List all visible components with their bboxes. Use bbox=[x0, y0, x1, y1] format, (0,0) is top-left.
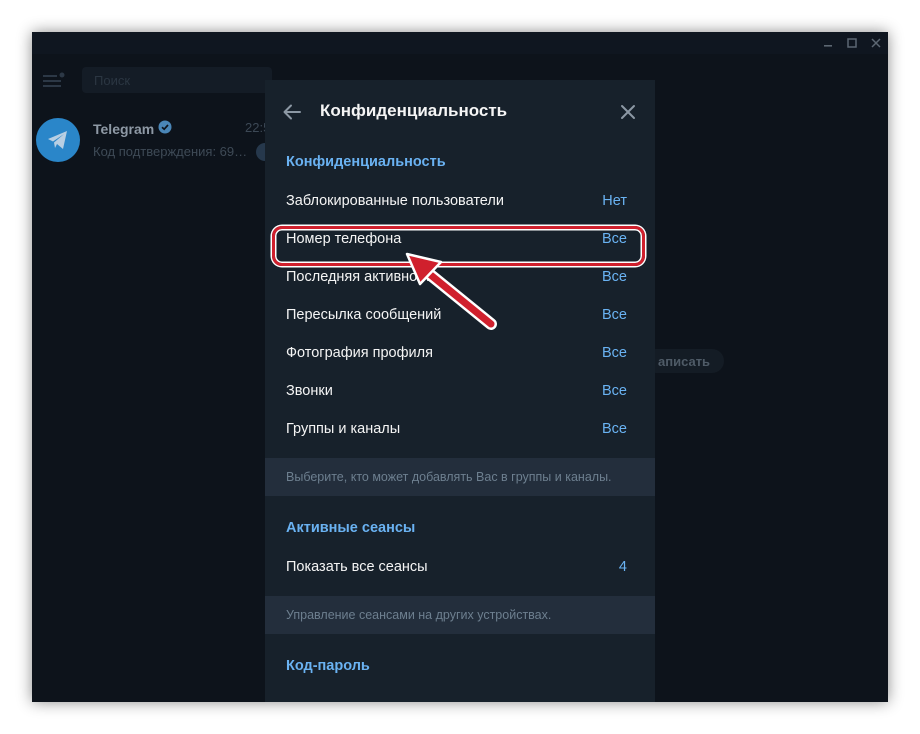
row-value: Все bbox=[602, 231, 627, 247]
row-last-seen[interactable]: Последняя активность Все bbox=[265, 258, 655, 296]
search-box[interactable] bbox=[82, 67, 272, 93]
section-title-sessions: Активные сеансы bbox=[286, 520, 416, 536]
section-note: Выберите, кто может добавлять Вас в груп… bbox=[265, 458, 655, 496]
row-calls[interactable]: Звонки Все bbox=[265, 372, 655, 410]
row-label: Заблокированные пользователи bbox=[286, 193, 504, 209]
close-icon[interactable] bbox=[615, 99, 641, 125]
hamburger-menu-icon[interactable] bbox=[42, 71, 66, 91]
row-label: Показать все сеансы bbox=[286, 559, 428, 575]
chat-list-item[interactable]: Telegram 22:5 Код подтверждения: 69… bbox=[32, 108, 288, 168]
chat-preview: Код подтверждения: 69… bbox=[93, 144, 248, 159]
telegram-logo-icon bbox=[36, 118, 80, 162]
row-forwarded-messages[interactable]: Пересылка сообщений Все bbox=[265, 296, 655, 334]
row-value: Все bbox=[602, 307, 627, 323]
row-show-sessions[interactable]: Показать все сеансы 4 bbox=[265, 548, 655, 586]
row-groups-channels[interactable]: Группы и каналы Все bbox=[265, 410, 655, 448]
maximize-icon[interactable] bbox=[840, 34, 864, 52]
section-title-passcode: Код-пароль bbox=[286, 658, 370, 674]
row-value: 4 bbox=[618, 559, 627, 575]
row-blocked-users[interactable]: Заблокированные пользователи Нет bbox=[265, 182, 655, 220]
row-value: Все bbox=[602, 269, 627, 285]
row-label: Фотография профиля bbox=[286, 345, 433, 361]
row-phone-number[interactable]: Номер телефона Все bbox=[265, 220, 655, 258]
search-input[interactable] bbox=[82, 67, 272, 93]
window-controls bbox=[816, 34, 888, 52]
row-label: Номер телефона bbox=[286, 231, 402, 247]
minimize-icon[interactable] bbox=[816, 34, 840, 52]
title-bar bbox=[32, 32, 888, 54]
privacy-settings-panel: Конфиденциальность Конфиденциальность За… bbox=[265, 80, 655, 702]
chat-name-text: Telegram bbox=[93, 120, 155, 137]
panel-header: Конфиденциальность bbox=[265, 80, 655, 142]
row-value: Все bbox=[602, 383, 627, 399]
row-label: Звонки bbox=[286, 383, 333, 399]
chat-name: Telegram bbox=[93, 120, 172, 137]
row-value: Все bbox=[602, 345, 627, 361]
row-profile-photo[interactable]: Фотография профиля Все bbox=[265, 334, 655, 372]
verified-badge-icon bbox=[158, 120, 172, 137]
row-label: Последняя активность bbox=[286, 269, 439, 285]
close-icon[interactable] bbox=[864, 34, 888, 52]
row-label: Пересылка сообщений bbox=[286, 307, 442, 323]
chat-list-panel: Telegram 22:5 Код подтверждения: 69… bbox=[32, 54, 288, 702]
section-note: Управление сеансами на других устройства… bbox=[265, 596, 655, 634]
select-chat-pill: аписать bbox=[644, 349, 725, 373]
row-label: Группы и каналы bbox=[286, 421, 401, 437]
arrow-left-icon[interactable] bbox=[279, 99, 305, 125]
section-title-privacy: Конфиденциальность bbox=[286, 154, 446, 170]
telegram-window: Telegram 22:5 Код подтверждения: 69… апи… bbox=[32, 32, 888, 702]
panel-title: Конфиденциальность bbox=[320, 101, 508, 120]
row-value: Все bbox=[602, 421, 627, 437]
row-value: Нет bbox=[602, 193, 627, 209]
